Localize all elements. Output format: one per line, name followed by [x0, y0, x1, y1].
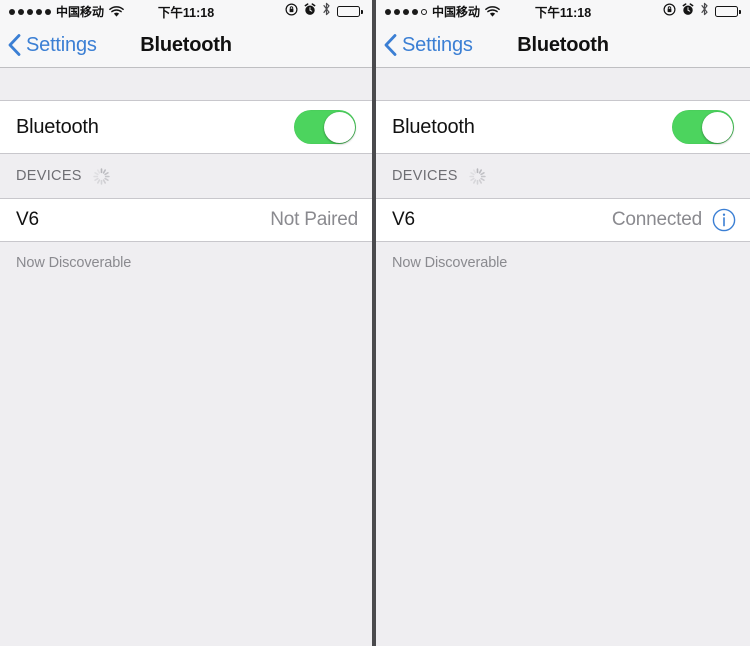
dual-screenshot-stage: 中国移动 下午11:18 Settings Bluetooth Bluetoot…	[0, 0, 750, 646]
wifi-icon	[109, 5, 124, 18]
alarm-clock-icon	[682, 2, 694, 21]
discoverable-footnote: Now Discoverable	[16, 255, 132, 271]
back-button-label: Settings	[26, 33, 97, 56]
device-row-v6[interactable]: V6 Not Paired	[0, 198, 372, 242]
carrier-name: 中国移动	[432, 4, 481, 19]
signal-dot	[412, 8, 418, 15]
bluetooth-icon	[322, 2, 331, 21]
back-button[interactable]: Settings	[376, 34, 473, 57]
devices-header-label: DEVICES	[16, 168, 82, 184]
device-status: Not Paired	[270, 209, 358, 230]
discoverable-footnote: Now Discoverable	[392, 255, 508, 271]
device-row-v6[interactable]: V6 Connected	[376, 198, 750, 242]
chevron-left-icon	[384, 34, 397, 56]
activity-spinner-icon	[468, 167, 487, 186]
info-circle-icon[interactable]	[712, 208, 736, 232]
signal-dot	[18, 8, 24, 15]
content-top-gap	[0, 68, 372, 100]
status-bar-right	[285, 2, 363, 21]
device-name: V6	[392, 209, 415, 230]
status-bar: 中国移动 下午11:18	[0, 0, 372, 23]
back-button[interactable]: Settings	[0, 34, 97, 57]
device-row-right: Connected	[612, 208, 736, 232]
signal-dot	[394, 8, 400, 15]
bluetooth-label: Bluetooth	[392, 115, 475, 138]
activity-spinner-icon	[92, 167, 111, 186]
chevron-left-icon	[8, 34, 21, 56]
signal-dot	[385, 8, 391, 15]
status-bar: 中国移动 下午11:18	[376, 0, 750, 23]
signal-dot	[45, 8, 51, 15]
bluetooth-toggle-row[interactable]: Bluetooth	[376, 100, 750, 154]
signal-strength-dots	[385, 8, 427, 15]
status-bar-left: 中国移动	[9, 6, 124, 18]
content-top-gap	[376, 68, 750, 100]
battery-icon	[715, 6, 741, 17]
devices-section-header: DEVICES	[0, 154, 372, 198]
toggle-knob	[701, 111, 733, 143]
signal-dot	[27, 8, 33, 15]
signal-dot-empty	[421, 8, 427, 15]
carrier-name: 中国移动	[56, 4, 105, 19]
rotation-lock-icon	[285, 2, 298, 21]
wifi-icon	[485, 5, 500, 18]
signal-strength-dots	[9, 8, 51, 15]
bluetooth-row-right	[672, 110, 734, 144]
battery-icon	[337, 6, 363, 17]
bluetooth-toggle-switch[interactable]	[672, 110, 734, 144]
signal-dot	[36, 8, 42, 15]
settings-content: Bluetooth DEVICES	[376, 68, 750, 645]
bluetooth-toggle-switch[interactable]	[294, 110, 356, 144]
device-status: Connected	[611, 209, 702, 230]
devices-header-label: DEVICES	[392, 168, 458, 184]
device-name: V6	[16, 209, 39, 230]
device-row-right: Not Paired	[270, 209, 358, 231]
bluetooth-label: Bluetooth	[16, 115, 99, 138]
devices-section-header: DEVICES	[376, 154, 750, 198]
navigation-bar: Settings Bluetooth	[0, 23, 372, 68]
signal-dot	[403, 8, 409, 15]
status-bar-left: 中国移动	[385, 6, 500, 18]
settings-content: Bluetooth DEVICES	[0, 68, 372, 645]
bluetooth-toggle-row[interactable]: Bluetooth	[0, 100, 372, 154]
bluetooth-icon	[700, 2, 709, 21]
phone-screen-left: 中国移动 下午11:18 Settings Bluetooth Bluetoot…	[0, 0, 372, 646]
rotation-lock-icon	[663, 2, 676, 21]
phone-screen-right: 中国移动 下午11:18 Settings Bluetooth Bluetoot…	[376, 0, 750, 646]
navigation-bar: Settings Bluetooth	[376, 23, 750, 68]
bluetooth-row-right	[294, 110, 356, 144]
status-bar-right	[663, 2, 741, 21]
toggle-knob	[323, 111, 355, 143]
alarm-clock-icon	[304, 2, 316, 21]
signal-dot	[9, 8, 15, 15]
back-button-label: Settings	[402, 33, 473, 56]
